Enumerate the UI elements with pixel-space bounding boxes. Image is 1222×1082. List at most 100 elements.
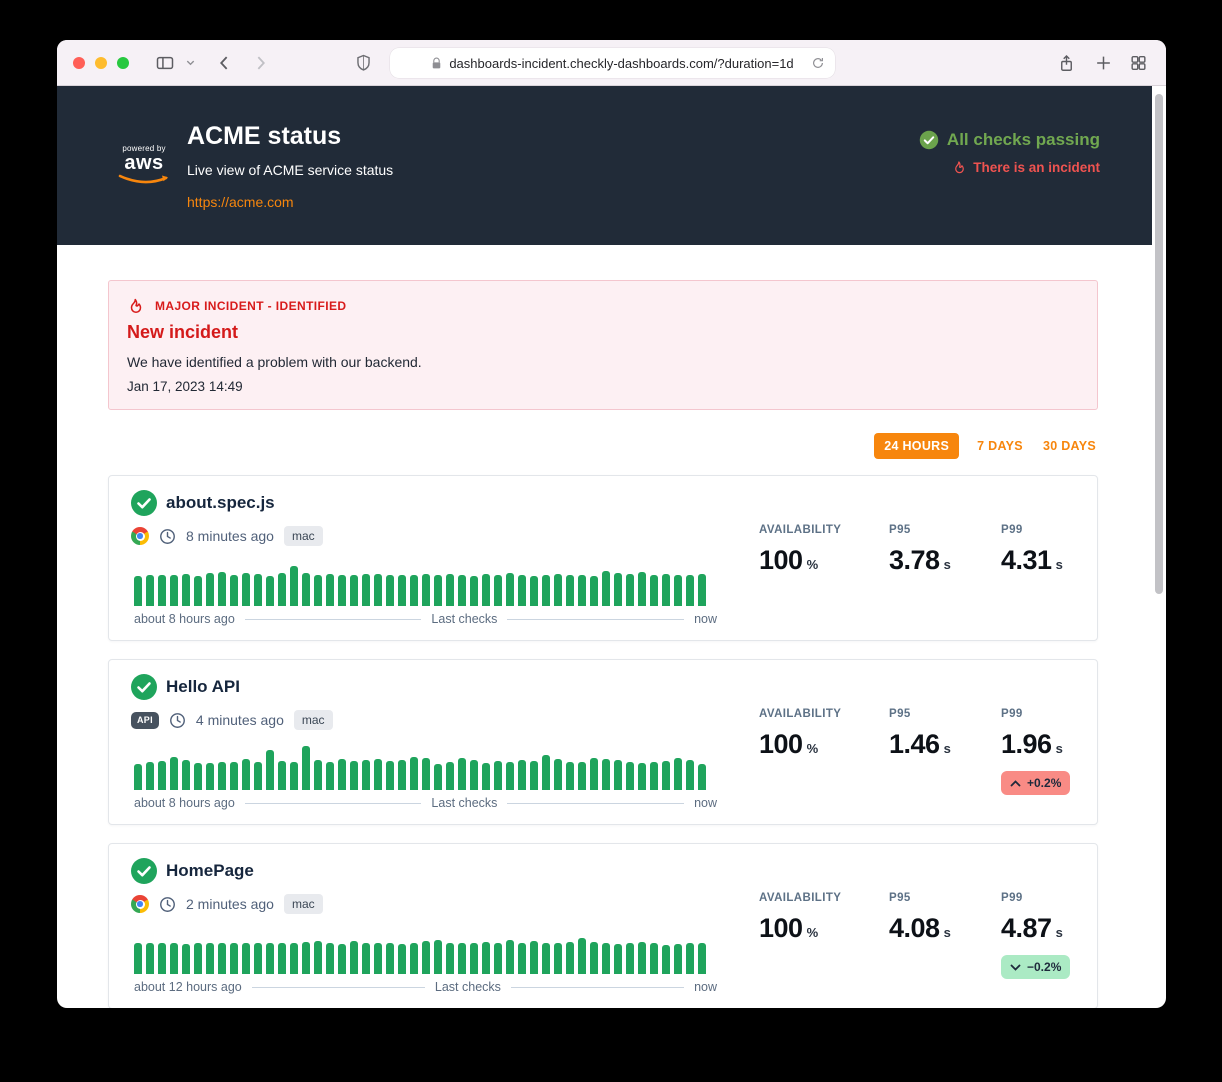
p99-stat: P99 4.87s −0.2% xyxy=(1001,892,1107,979)
share-icon[interactable] xyxy=(1057,53,1076,74)
uptime-bar xyxy=(686,943,694,974)
incident-banner: MAJOR INCIDENT - IDENTIFIED New incident… xyxy=(108,280,1098,410)
uptime-bar xyxy=(578,938,586,974)
uptime-bar xyxy=(578,762,586,790)
privacy-shield-icon[interactable] xyxy=(354,53,373,73)
uptime-bar xyxy=(434,764,442,790)
chevron-down-icon[interactable] xyxy=(185,57,196,68)
uptime-bar xyxy=(446,762,454,790)
uptime-bar xyxy=(458,943,466,974)
uptime-bar xyxy=(326,943,334,974)
uptime-bar xyxy=(638,763,646,790)
back-button[interactable] xyxy=(215,53,235,73)
uptime-bar xyxy=(566,762,574,790)
uptime-bar xyxy=(614,760,622,790)
sidebar-toggle-icon[interactable] xyxy=(155,53,175,73)
uptime-bar xyxy=(434,940,442,974)
uptime-bar xyxy=(182,760,190,790)
clock-icon xyxy=(159,528,176,545)
aws-swoosh-icon xyxy=(118,174,170,186)
incident-kicker: MAJOR INCIDENT - IDENTIFIED xyxy=(155,299,346,313)
uptime-bar xyxy=(494,761,502,790)
reload-icon[interactable] xyxy=(811,56,825,73)
incident-indicator[interactable]: There is an incident xyxy=(919,159,1100,175)
axis-line xyxy=(245,619,422,620)
address-bar[interactable]: dashboards-incident.checkly-dashboards.c… xyxy=(390,48,835,78)
status-summary: All checks passing There is an incident xyxy=(919,130,1100,175)
uptime-bar xyxy=(422,758,430,790)
new-tab-icon[interactable] xyxy=(1094,53,1113,73)
check-passing-icon xyxy=(131,674,157,700)
lock-icon xyxy=(431,57,442,70)
uptime-bar xyxy=(374,574,382,606)
uptime-bar xyxy=(638,942,646,974)
uptime-bar xyxy=(590,758,598,790)
clock-icon xyxy=(159,896,176,913)
uptime-bar xyxy=(662,761,670,790)
tab-overview-icon[interactable] xyxy=(1129,53,1148,73)
uptime-bar xyxy=(362,943,370,974)
axis-line xyxy=(507,803,684,804)
uptime-bar xyxy=(602,943,610,974)
aws-logo-text: aws xyxy=(115,153,173,173)
uptime-bar xyxy=(218,572,226,606)
uptime-bar xyxy=(386,943,394,974)
uptime-bar xyxy=(602,759,610,790)
uptime-bar xyxy=(386,575,394,606)
page-title: ACME status xyxy=(187,122,341,151)
scrollbar-thumb[interactable] xyxy=(1155,94,1163,594)
incident-title: New incident xyxy=(127,322,1079,343)
uptime-bar xyxy=(290,566,298,606)
time-range-7-days[interactable]: 7 DAYS xyxy=(975,433,1025,459)
browser-window: dashboards-incident.checkly-dashboards.c… xyxy=(57,40,1166,1008)
uptime-bar xyxy=(518,943,526,974)
uptime-bar xyxy=(650,943,658,974)
time-range-24-hours[interactable]: 24 HOURS xyxy=(874,433,959,459)
uptime-bar xyxy=(374,759,382,790)
uptime-bar xyxy=(398,760,406,790)
uptime-bar xyxy=(278,573,286,606)
close-window-button[interactable] xyxy=(73,57,85,69)
uptime-bar xyxy=(158,943,166,974)
url-text: dashboards-incident.checkly-dashboards.c… xyxy=(449,56,793,71)
uptime-bar xyxy=(338,575,346,606)
forward-button[interactable] xyxy=(250,53,270,73)
last-run-text: 4 minutes ago xyxy=(196,712,284,728)
time-range: 24 HOURS 7 DAYS 30 DAYS xyxy=(108,433,1098,459)
uptime-bar xyxy=(326,762,334,790)
acme-link[interactable]: https://acme.com xyxy=(187,194,294,210)
status-incident-label: There is an incident xyxy=(973,160,1100,175)
uptime-bar xyxy=(314,575,322,606)
uptime-bar xyxy=(266,750,274,790)
uptime-bar xyxy=(554,759,562,790)
dashboard-header: powered by aws ACME status Live view of … xyxy=(57,86,1152,245)
uptime-bar xyxy=(362,760,370,790)
uptime-bar xyxy=(218,943,226,974)
zoom-window-button[interactable] xyxy=(117,57,129,69)
uptime-bar xyxy=(302,942,310,974)
uptime-bar xyxy=(458,575,466,606)
time-range-30-days[interactable]: 30 DAYS xyxy=(1041,433,1098,459)
uptime-bar xyxy=(698,943,706,974)
uptime-bars xyxy=(134,744,712,790)
all-checks-passing: All checks passing xyxy=(919,130,1100,150)
uptime-bar xyxy=(506,762,514,790)
uptime-bar xyxy=(578,575,586,606)
axis-end-label: now xyxy=(694,796,717,810)
check-card: Hello API API 4 minutes ago mac about 8 … xyxy=(108,659,1098,825)
page-body: MAJOR INCIDENT - IDENTIFIED New incident… xyxy=(57,245,1166,1008)
uptime-bar xyxy=(182,574,190,606)
p95-stat: P95 4.08s xyxy=(889,892,1001,979)
p95-stat: P95 1.46s xyxy=(889,708,1001,795)
uptime-bar xyxy=(338,759,346,790)
uptime-bar xyxy=(626,762,634,790)
axis-line xyxy=(507,619,684,620)
status-passing-label: All checks passing xyxy=(947,130,1100,150)
api-badge: API xyxy=(131,712,159,729)
chevron-down-icon xyxy=(1010,964,1021,971)
checks-list: about.spec.js 8 minutes ago mac about 8 … xyxy=(108,475,1101,1008)
minimize-window-button[interactable] xyxy=(95,57,107,69)
uptime-bar xyxy=(626,574,634,606)
uptime-bar xyxy=(230,762,238,790)
uptime-bar xyxy=(698,764,706,790)
